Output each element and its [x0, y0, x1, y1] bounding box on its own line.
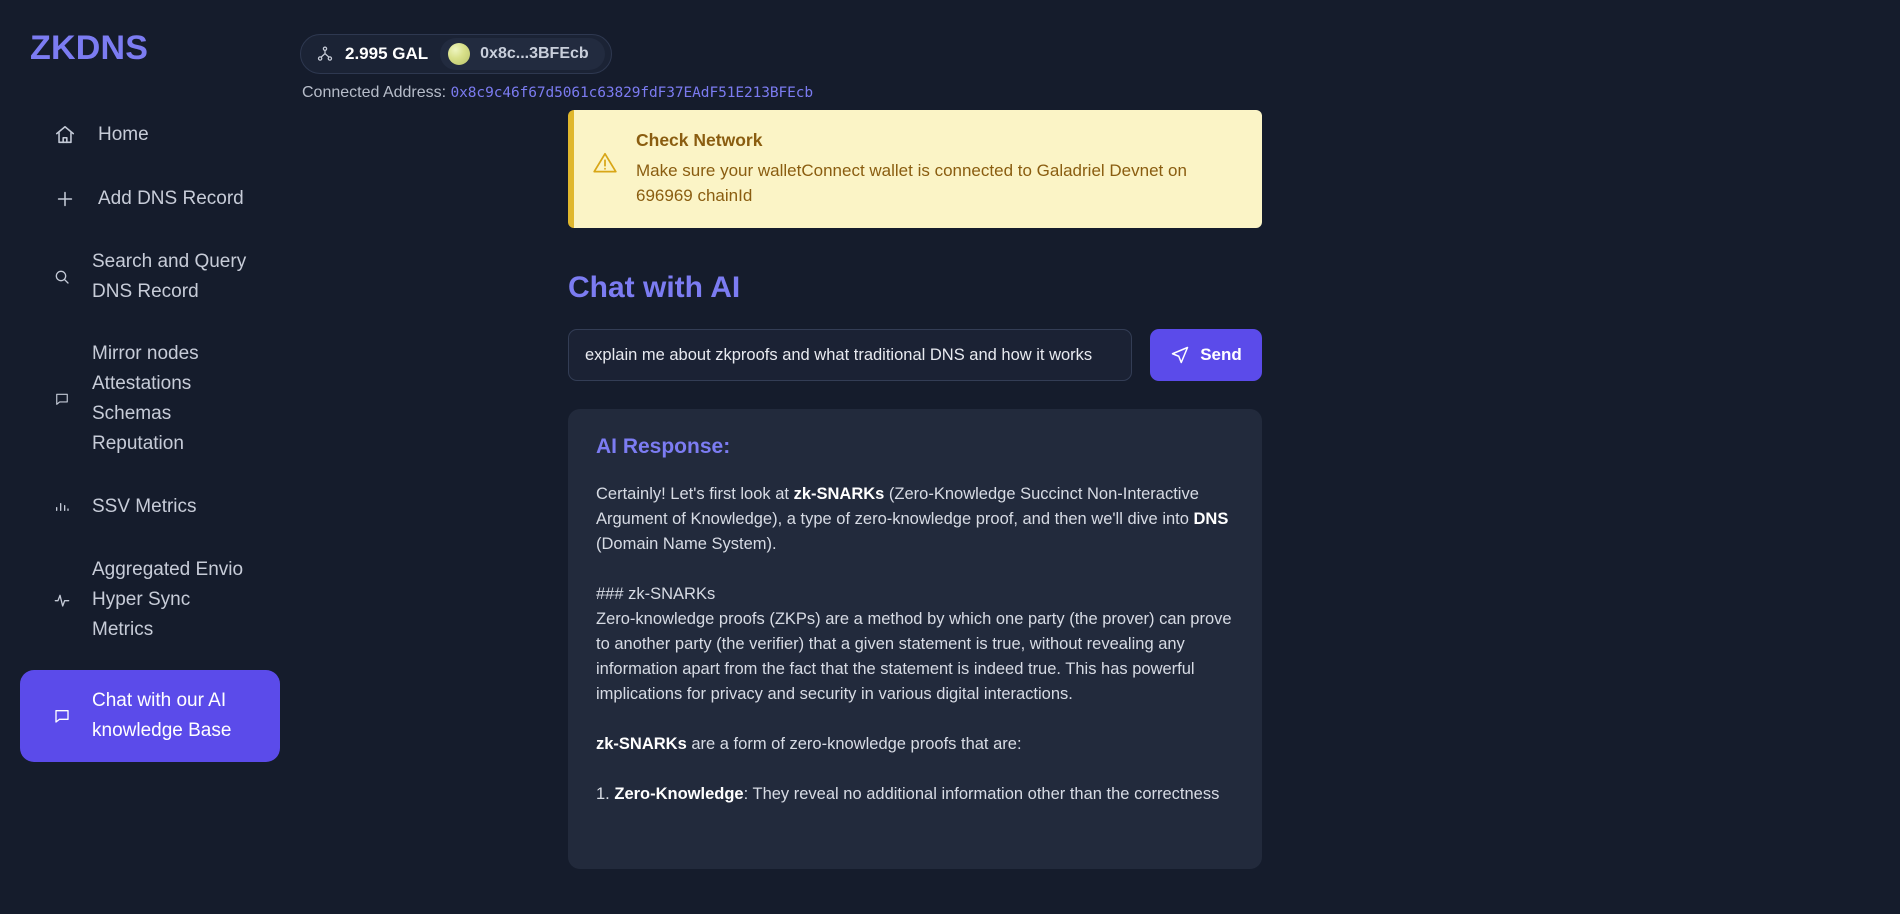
network-icon — [313, 42, 337, 66]
response-paragraph-3: zk-SNARKs are a form of zero-knowledge p… — [596, 732, 1234, 757]
response-p2-body: Zero-knowledge proofs (ZKPs) are a metho… — [596, 610, 1232, 703]
ai-response-title: AI Response: — [596, 435, 731, 458]
chat-icon — [54, 705, 70, 727]
plus-icon — [54, 188, 76, 210]
sidebar-item-label: Home — [98, 124, 149, 146]
response-p4-b: : They reveal no additional information … — [743, 785, 1220, 803]
response-p4-a: Zero-Knowledge — [614, 785, 744, 803]
wallet-address-short: 0x8c...3BFEcb — [480, 45, 589, 62]
sidebar-item-label: Mirror nodes Attestations Schemas Reputa… — [92, 343, 199, 455]
wallet-connect-button[interactable]: 2.995 GAL 0x8c...3BFEcb — [300, 34, 612, 74]
search-icon — [54, 266, 70, 288]
home-icon — [54, 124, 76, 146]
wallet-balance: 2.995 GAL — [345, 44, 429, 63]
warning-triangle-icon — [592, 150, 618, 176]
content-column: Check Network Make sure your walletConne… — [568, 110, 1262, 869]
sidebar-nav: Home Add DNS Record Search and Query DNS… — [0, 103, 300, 771]
response-p2-heading: ### zk-SNARKs — [596, 585, 716, 603]
app-root: ZKDNS Home Add DNS Record Search and Que… — [0, 0, 1900, 914]
send-button-label: Send — [1200, 345, 1242, 364]
connected-address-line: Connected Address: 0x8c9c46f67d5061c6382… — [300, 84, 813, 102]
main-content: 2.995 GAL 0x8c...3BFEcb Connected Addres… — [300, 0, 1900, 914]
response-p1-b: zk-SNARKs — [793, 485, 885, 503]
sidebar-item-search-query-dns-record[interactable]: Search and Query DNS Record — [20, 240, 280, 314]
sidebar-item-label: Add DNS Record — [98, 188, 244, 210]
connected-address-label: Connected Address: — [302, 84, 447, 101]
response-p4-num: 1. — [596, 785, 615, 803]
page-title: Chat with AI — [568, 271, 741, 304]
alert-body: Check Network Make sure your walletConne… — [636, 130, 1242, 208]
response-p3-a: zk-SNARKs — [596, 735, 687, 753]
sidebar-item-label: SSV Metrics — [92, 496, 197, 518]
message-square-icon — [54, 388, 70, 410]
wallet-account-chip[interactable]: 0x8c...3BFEcb — [440, 38, 605, 70]
chat-input-row: Send — [568, 329, 1262, 381]
response-p3-b: are a form of zero-knowledge proofs that… — [686, 735, 1022, 753]
send-button[interactable]: Send — [1150, 329, 1262, 381]
bar-chart-icon — [54, 496, 70, 518]
connected-address-value: 0x8c9c46f67d5061c63829fdF37EAdF51E213BFE… — [450, 85, 814, 101]
wallet-area: 2.995 GAL 0x8c...3BFEcb Connected Addres… — [300, 34, 813, 102]
sidebar-item-label: Aggregated Envio Hyper Sync Metrics — [92, 559, 244, 641]
send-icon — [1170, 345, 1190, 365]
app-logo[interactable]: ZKDNS — [0, 0, 300, 67]
alert-text: Make sure your walletConnect wallet is c… — [636, 161, 1187, 205]
sidebar-item-label: Chat with our AI knowledge Base — [92, 690, 232, 742]
response-p1-a: Certainly! Let's first look at — [596, 485, 794, 503]
chat-input[interactable] — [568, 329, 1132, 381]
sidebar-item-label: Search and Query DNS Record — [92, 251, 247, 303]
avatar — [448, 43, 471, 65]
response-paragraph-1: Certainly! Let's first look at zk-SNARKs… — [596, 482, 1234, 557]
sidebar-item-home[interactable]: Home — [20, 112, 280, 158]
sidebar-item-chat-ai-knowledge-base[interactable]: Chat with our AI knowledge Base — [20, 670, 280, 763]
response-p1-e: (Domain Name System). — [596, 535, 777, 553]
ai-response-card: AI Response: Certainly! Let's first look… — [568, 409, 1262, 869]
sidebar: ZKDNS Home Add DNS Record Search and Que… — [0, 0, 300, 914]
response-p1-d: DNS — [1193, 510, 1229, 528]
ai-response-body: Certainly! Let's first look at zk-SNARKs… — [596, 482, 1234, 807]
sidebar-item-ssv-metrics[interactable]: SSV Metrics — [20, 484, 280, 530]
check-network-alert: Check Network Make sure your walletConne… — [568, 110, 1262, 228]
response-paragraph-4: 1. Zero-Knowledge: They reveal no additi… — [596, 782, 1234, 807]
sidebar-item-add-dns-record[interactable]: Add DNS Record — [20, 176, 280, 222]
sidebar-item-aggregated-envio-hyper-sync-metrics[interactable]: Aggregated Envio Hyper Sync Metrics — [20, 548, 280, 652]
response-paragraph-2: ### zk-SNARKs Zero-knowledge proofs (ZKP… — [596, 582, 1234, 707]
sidebar-item-mirror-nodes-attestations[interactable]: Mirror nodes Attestations Schemas Reputa… — [20, 332, 280, 466]
activity-icon — [54, 589, 70, 611]
alert-title: Check Network — [636, 130, 763, 150]
